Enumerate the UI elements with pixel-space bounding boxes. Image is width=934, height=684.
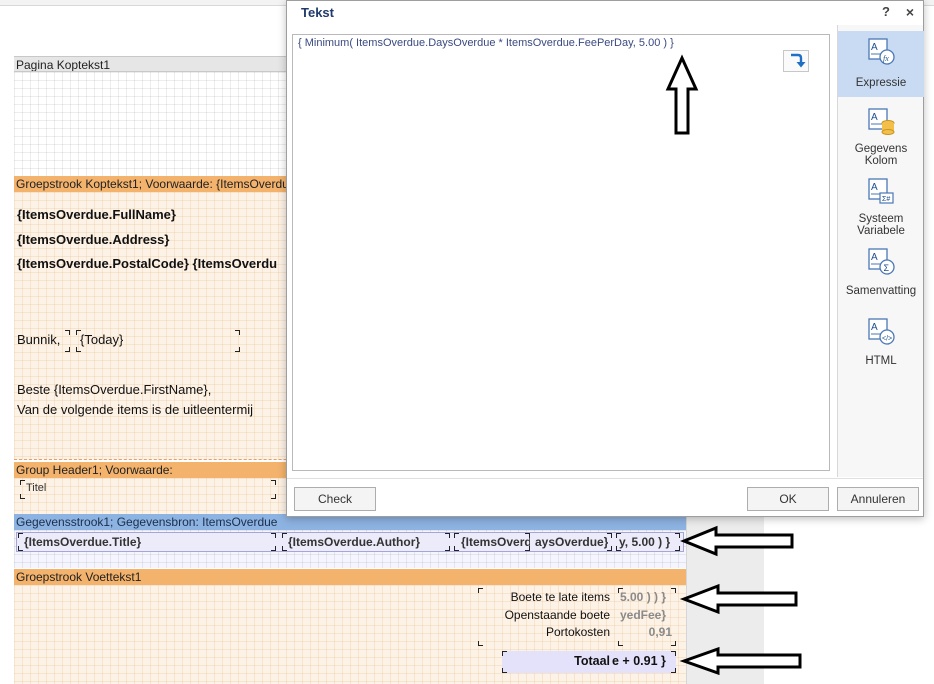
field3-data-field: {ItemsOverd (461, 535, 530, 549)
side-item-expressie[interactable]: A fx Expressie (838, 31, 924, 97)
expression-text[interactable]: { Minimum( ItemsOverdue.DaysOverdue * It… (298, 37, 674, 49)
side-item-expressie-label: Expressie (855, 77, 907, 89)
enter-arrow-icon (791, 53, 806, 68)
title-header-label: Titel (26, 482, 47, 494)
annotation-arrow-data-row (680, 525, 794, 557)
title-data-field: {ItemsOverdue.Title} (24, 535, 142, 549)
summary-icon: A Σ (868, 248, 895, 275)
svg-text:A: A (871, 252, 878, 263)
side-item-samenvatting-label: Samenvatting (845, 285, 917, 297)
address-field[interactable]: {ItemsOverdue.Address} (17, 232, 287, 247)
annotation-arrow-late-items (679, 583, 798, 615)
svg-text:A: A (871, 112, 878, 123)
dialog-footer-separator (287, 478, 923, 479)
side-item-systeem-variabele[interactable]: A Σ# Systeem Variabele (838, 175, 924, 241)
svg-text:</>: </> (882, 336, 892, 343)
dialog-title: Tekst (301, 5, 334, 20)
side-item-systeem-variabele-label: Systeem Variabele (857, 213, 905, 237)
svg-text:Σ#: Σ# (882, 196, 890, 203)
field5-data-box[interactable]: y, 5.00 ) } (616, 533, 680, 551)
author-data-box[interactable]: {ItemsOverdue.Author} (282, 533, 450, 551)
svg-text:A: A (871, 322, 878, 333)
ok-button[interactable]: OK (747, 487, 829, 511)
total-value: e + 0.91 } (612, 654, 666, 668)
expression-type-panel: A fx Expressie A Gegevens Kolom A Σ# Sys… (837, 25, 924, 477)
title-data-box[interactable]: {ItemsOverdue.Title} (18, 533, 276, 551)
side-item-samenvatting[interactable]: A Σ Samenvatting (838, 247, 924, 303)
expression-dialog: Tekst ? × { Minimum( ItemsOverdue.DaysOv… (286, 0, 924, 517)
help-icon[interactable]: ? (879, 4, 893, 19)
band-group-header-2-label: Group Header1; Voorwaarde: (16, 463, 173, 477)
svg-text:Σ: Σ (884, 263, 890, 273)
band-data-label: Gegevensstrook1; Gegevensbron: ItemsOver… (16, 515, 278, 529)
data-column-icon: A (868, 108, 895, 135)
intro-field[interactable]: Van de volgende items is de uitleentermi… (17, 402, 287, 417)
author-data-field: {ItemsOverdue.Author} (288, 535, 421, 549)
today-box[interactable]: {Today} (76, 330, 240, 352)
side-item-html-label: HTML (865, 355, 897, 367)
annotation-arrow-total (679, 646, 802, 676)
side-item-html[interactable]: A </> HTML (838, 317, 924, 373)
full-name-field[interactable]: {ItemsOverdue.FullName} (17, 207, 287, 222)
greeting-field[interactable]: Beste {ItemsOverdue.FirstName}, (17, 382, 287, 397)
svg-text:A: A (871, 182, 878, 193)
title-header-box[interactable]: Titel (20, 480, 276, 499)
expression-editor[interactable]: { Minimum( ItemsOverdue.DaysOverdue * It… (292, 34, 830, 471)
close-icon[interactable]: × (903, 4, 917, 20)
cancel-button[interactable]: Annuleren (837, 487, 919, 511)
band-group-footer[interactable]: Groepstrook Voettekst1 (14, 569, 686, 585)
city-box[interactable]: Bunnik, (14, 330, 70, 352)
field5-data-field: y, 5.00 ) } (619, 535, 671, 549)
today-field: {Today} (80, 332, 124, 347)
system-variable-icon: A Σ# (868, 178, 894, 204)
html-icon: A </> (868, 318, 895, 345)
postal-code-field[interactable]: {ItemsOverdue.PostalCode} {ItemsOverdu (17, 256, 287, 271)
late-items-value[interactable]: 5.00 ) ) } (620, 590, 674, 604)
svg-text:A: A (871, 42, 878, 53)
city-field: Bunnik, (17, 332, 61, 347)
expression-icon: A fx (868, 38, 895, 65)
dialog-title-bar[interactable]: Tekst ? × (287, 1, 923, 25)
insert-expression-button[interactable] (783, 50, 809, 72)
postage-value[interactable]: 0,91 (620, 625, 672, 639)
side-item-gegevens-kolom[interactable]: A Gegevens Kolom (838, 105, 924, 169)
late-items-label[interactable]: Boete te late items (482, 590, 610, 604)
annotation-arrow-expression (665, 54, 699, 135)
field4-data-box[interactable]: aysOverdue} (532, 533, 612, 551)
postage-label[interactable]: Portokosten (482, 625, 610, 639)
svg-text:fx: fx (883, 54, 889, 63)
open-fine-value[interactable]: yedFee} (620, 608, 674, 622)
field3-data-box[interactable]: {ItemsOverd (454, 533, 530, 551)
field4-data-field: aysOverdue} (535, 535, 609, 549)
band-page-header-label: Pagina Koptekst1 (16, 58, 111, 72)
total-label: Totaal (574, 654, 610, 668)
check-button[interactable]: Check (294, 487, 376, 511)
band-group-footer-label: Groepstrook Voettekst1 (16, 570, 142, 584)
band-group-header-1-label: Groepstrook Koptekst1; Voorwaarde: {Item… (16, 177, 296, 191)
side-item-gegevens-kolom-label: Gegevens Kolom (854, 143, 908, 167)
open-fine-label[interactable]: Openstaande boete (482, 608, 610, 622)
